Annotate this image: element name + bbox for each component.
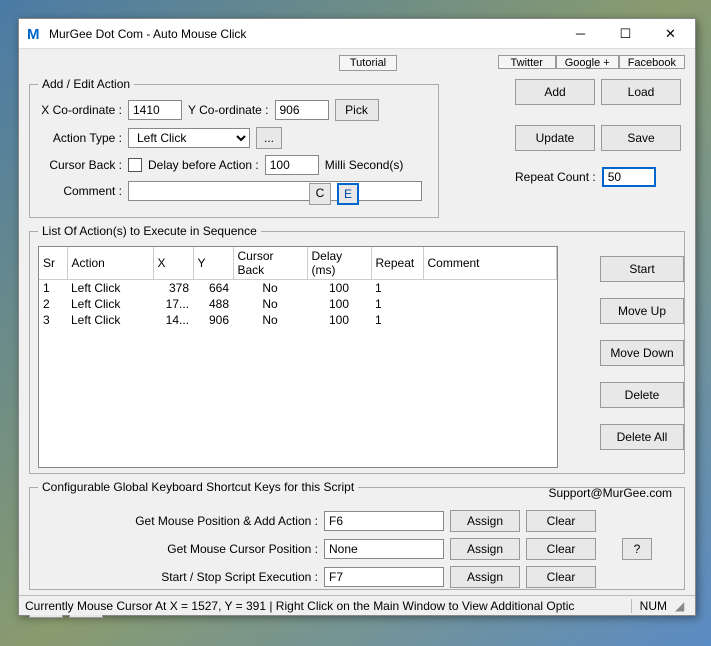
shortcuts-fieldset: Configurable Global Keyboard Shortcut Ke… [29, 480, 685, 590]
minimize-button[interactable]: ─ [558, 20, 603, 48]
action-ellipsis-button[interactable]: ... [256, 127, 282, 149]
assign-start-stop[interactable]: Assign [450, 566, 520, 588]
y-coord-label: Y Co-ordinate : [188, 103, 269, 117]
delete-button[interactable]: Delete [600, 382, 684, 408]
facebook-link[interactable]: Facebook [619, 55, 685, 69]
col-cursor-back[interactable]: Cursor Back [233, 247, 307, 280]
delay-unit: Milli Second(s) [325, 158, 404, 172]
comment-label: Comment : [38, 184, 122, 198]
status-num: NUM [631, 599, 675, 613]
y-coord-input[interactable] [275, 100, 329, 120]
shortcuts-legend: Configurable Global Keyboard Shortcut Ke… [38, 480, 358, 494]
col-delay[interactable]: Delay (ms) [307, 247, 371, 280]
start-button[interactable]: Start [600, 256, 684, 282]
list-legend: List Of Action(s) to Execute in Sequence [38, 224, 261, 238]
clear-add-action[interactable]: Clear [526, 510, 596, 532]
table-row[interactable]: 3Left Click14...906No1001 [39, 312, 557, 328]
col-y[interactable]: Y [193, 247, 233, 280]
table-row[interactable]: 1Left Click378664No1001 [39, 280, 557, 297]
clear-start-stop[interactable]: Clear [526, 566, 596, 588]
statusbar: Currently Mouse Cursor At X = 1527, Y = … [19, 595, 695, 615]
shortcut-add-action-input[interactable] [324, 511, 444, 531]
col-x[interactable]: X [153, 247, 193, 280]
delay-input[interactable] [265, 155, 319, 175]
add-button[interactable]: Add [515, 79, 595, 105]
actions-table[interactable]: Sr Action X Y Cursor Back Delay (ms) Rep… [38, 246, 558, 468]
app-window: M MurGee Dot Com - Auto Mouse Click ─ ☐ … [18, 18, 696, 616]
comment-input[interactable] [128, 181, 422, 201]
save-button[interactable]: Save [601, 125, 681, 151]
cursor-back-label: Cursor Back : [38, 158, 122, 172]
twitter-link[interactable]: Twitter [498, 55, 556, 69]
list-fieldset: List Of Action(s) to Execute in Sequence… [29, 224, 685, 474]
col-action[interactable]: Action [67, 247, 153, 280]
shortcut-start-stop-label: Start / Stop Script Execution : [98, 570, 318, 584]
cursor-back-checkbox[interactable] [128, 158, 142, 172]
table-row[interactable]: 2Left Click17...488No1001 [39, 296, 557, 312]
col-comment[interactable]: Comment [423, 247, 557, 280]
status-text: Currently Mouse Cursor At X = 1527, Y = … [25, 599, 631, 613]
app-icon: M [27, 26, 43, 42]
col-sr[interactable]: Sr [39, 247, 67, 280]
resize-grip-icon[interactable]: ◢ [675, 599, 689, 613]
e-button[interactable]: E [337, 183, 359, 205]
shortcut-add-action-label: Get Mouse Position & Add Action : [98, 514, 318, 528]
update-button[interactable]: Update [515, 125, 595, 151]
shortcut-start-stop-input[interactable] [324, 567, 444, 587]
add-edit-legend: Add / Edit Action [38, 77, 134, 91]
shortcut-cursor-pos-label: Get Mouse Cursor Position : [98, 542, 318, 556]
clear-cursor-pos[interactable]: Clear [526, 538, 596, 560]
support-email[interactable]: Support@MurGee.com [548, 486, 672, 500]
c-button[interactable]: C [309, 183, 331, 205]
move-down-button[interactable]: Move Down [600, 340, 684, 366]
repeat-count-input[interactable] [602, 167, 656, 187]
action-type-select[interactable]: Left Click [128, 128, 250, 148]
action-type-label: Action Type : [38, 131, 122, 145]
col-repeat[interactable]: Repeat [371, 247, 423, 280]
move-up-button[interactable]: Move Up [600, 298, 684, 324]
load-button[interactable]: Load [601, 79, 681, 105]
close-button[interactable]: ✕ [648, 20, 693, 48]
assign-add-action[interactable]: Assign [450, 510, 520, 532]
delete-all-button[interactable]: Delete All [600, 424, 684, 450]
repeat-count-label: Repeat Count : [515, 170, 596, 184]
assign-cursor-pos[interactable]: Assign [450, 538, 520, 560]
google-plus-link[interactable]: Google + [556, 55, 619, 69]
tutorial-link[interactable]: Tutorial [339, 55, 397, 71]
x-coord-label: X Co-ordinate : [38, 103, 122, 117]
add-edit-fieldset: Add / Edit Action X Co-ordinate : Y Co-o… [29, 77, 439, 218]
maximize-button[interactable]: ☐ [603, 20, 648, 48]
pick-button[interactable]: Pick [335, 99, 379, 121]
window-title: MurGee Dot Com - Auto Mouse Click [49, 27, 558, 41]
help-button[interactable]: ? [622, 538, 652, 560]
titlebar[interactable]: M MurGee Dot Com - Auto Mouse Click ─ ☐ … [19, 19, 695, 49]
shortcut-cursor-pos-input[interactable] [324, 539, 444, 559]
delay-label: Delay before Action : [148, 158, 259, 172]
x-coord-input[interactable] [128, 100, 182, 120]
